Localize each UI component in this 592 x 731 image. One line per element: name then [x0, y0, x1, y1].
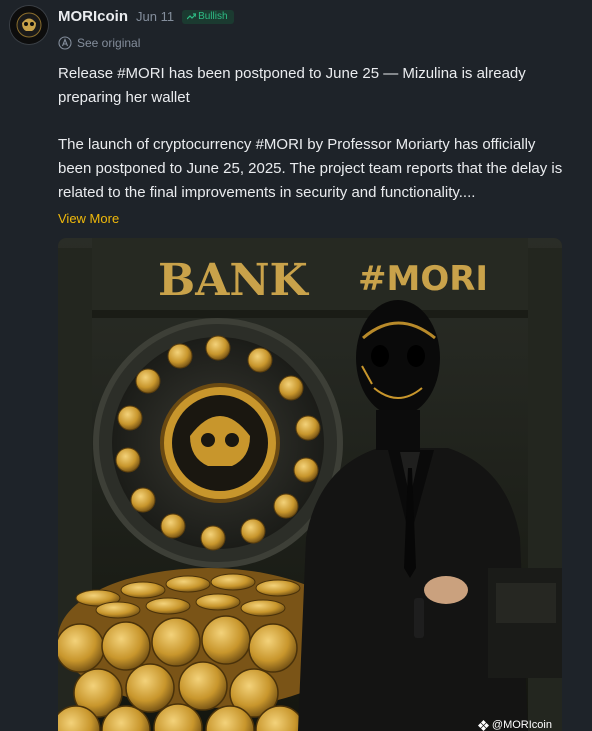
- watermark: @MORIcoin: [477, 719, 552, 731]
- watermark-label: @MORIcoin: [491, 719, 552, 731]
- sign-tag: #MORI: [358, 259, 488, 299]
- sign-bank: BANK: [158, 255, 310, 306]
- post-body: The launch of cryptocurrency #MORI by Pr…: [58, 136, 563, 201]
- view-more-link[interactable]: View More: [58, 211, 119, 226]
- author-avatar[interactable]: [10, 6, 48, 44]
- see-original-label: See original: [77, 36, 141, 50]
- sentiment-label: Bullish: [198, 10, 228, 22]
- post-header: MORIcoin Jun 11 Bullish: [58, 8, 234, 25]
- post-date: Jun 11: [136, 9, 175, 24]
- author-name[interactable]: MORIcoin: [58, 8, 128, 25]
- binance-square-icon: [477, 719, 489, 731]
- post-title: Release #MORI has been postponed to June…: [58, 65, 526, 106]
- sentiment-badge: Bullish: [182, 9, 234, 24]
- see-original-link[interactable]: See original: [58, 36, 140, 50]
- post-image[interactable]: BANK #MORI @MORIcoin: [58, 238, 562, 731]
- translate-icon: [58, 36, 72, 50]
- trend-up-icon: [187, 12, 197, 19]
